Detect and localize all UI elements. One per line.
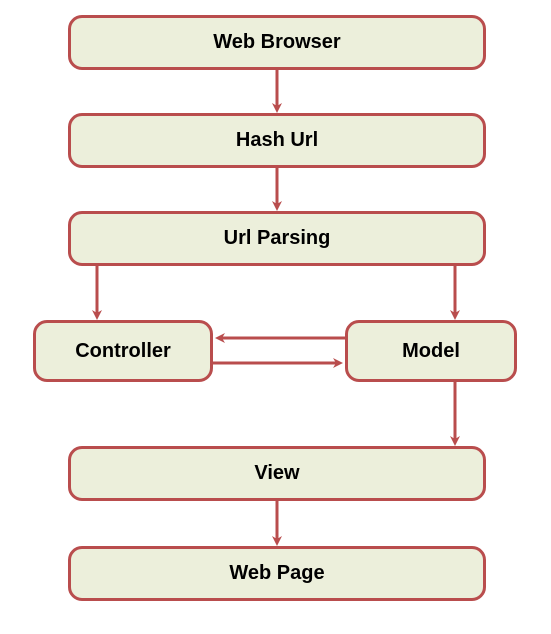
- node-label: View: [254, 462, 299, 485]
- node-label: Hash Url: [236, 129, 318, 152]
- node-url-parsing: Url Parsing: [68, 211, 486, 266]
- node-web-browser: Web Browser: [68, 15, 486, 70]
- arrows-layer: [0, 0, 551, 634]
- node-web-page: Web Page: [68, 546, 486, 601]
- node-label: Model: [402, 340, 460, 363]
- flow-diagram: Web Browser Hash Url Url Parsing Control…: [0, 0, 551, 634]
- node-controller: Controller: [33, 320, 213, 382]
- node-label: Url Parsing: [224, 227, 331, 250]
- node-label: Web Browser: [213, 31, 340, 54]
- node-hash-url: Hash Url: [68, 113, 486, 168]
- node-label: Web Page: [229, 562, 324, 585]
- node-label: Controller: [75, 340, 171, 363]
- node-model: Model: [345, 320, 517, 382]
- node-view: View: [68, 446, 486, 501]
